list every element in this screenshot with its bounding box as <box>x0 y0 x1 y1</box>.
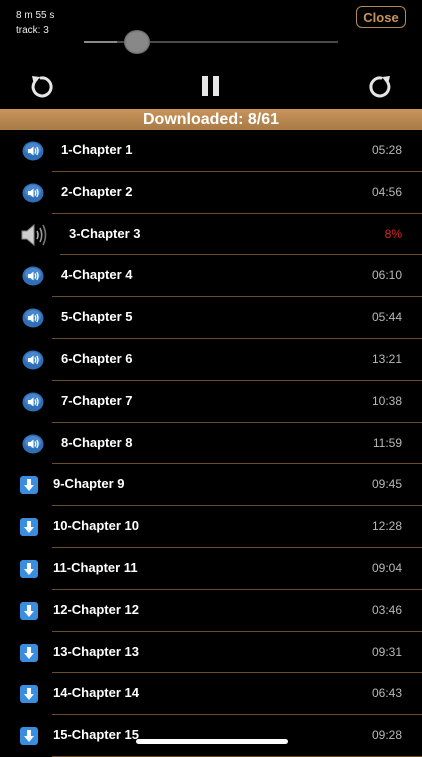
track-row[interactable]: 12-Chapter 12 03:46 <box>0 590 422 632</box>
pause-icon <box>199 74 223 98</box>
download-arrow-icon[interactable] <box>20 643 42 666</box>
pause-button[interactable] <box>195 70 227 102</box>
download-arrow-icon[interactable] <box>20 559 42 582</box>
track-row[interactable]: 8-Chapter 8 11:59 <box>0 423 422 465</box>
download-arrow-icon[interactable] <box>20 476 42 498</box>
track-title: 13-Chapter 13 <box>53 643 139 659</box>
track-row[interactable]: 9-Chapter 9 09:45 <box>0 464 422 507</box>
track-duration: 12:28 <box>371 519 402 534</box>
download-progress: 8% <box>384 226 402 241</box>
track-title: 15-Chapter 15 <box>53 727 139 743</box>
speaker-badge-icon <box>22 391 44 413</box>
track-title: 2-Chapter 2 <box>61 183 133 199</box>
track-title: 4-Chapter 4 <box>61 267 133 283</box>
speaker-badge-icon <box>22 265 44 287</box>
track-duration: 09:04 <box>371 560 402 575</box>
track-duration: 09:31 <box>371 644 402 659</box>
track-duration: 13:21 <box>371 351 402 366</box>
track-title: 5-Chapter 5 <box>61 309 133 325</box>
track-row[interactable]: 14-Chapter 14 06:43 <box>0 673 422 716</box>
track-title: 1-Chapter 1 <box>61 142 133 157</box>
download-arrow-icon[interactable] <box>20 518 42 540</box>
track-title: 3-Chapter 3 <box>69 225 141 241</box>
track-title: 9-Chapter 9 <box>53 476 125 492</box>
progress-slider-thumb[interactable] <box>124 30 151 54</box>
track-title: 7-Chapter 7 <box>61 392 133 408</box>
speaker-badge-icon <box>22 140 44 162</box>
forward-button[interactable] <box>365 70 397 102</box>
progress-slider[interactable] <box>84 41 338 43</box>
track-duration: 05:44 <box>371 310 402 325</box>
track-duration: 10:38 <box>371 393 402 408</box>
track-duration: 06:10 <box>371 268 402 283</box>
track-row[interactable]: 11-Chapter 11 09:04 <box>0 548 422 590</box>
progress-fill <box>84 41 118 43</box>
rewind-icon <box>27 72 55 100</box>
rewind-button[interactable] <box>25 70 57 102</box>
track-title: 14-Chapter 14 <box>53 685 139 701</box>
track-row[interactable]: 6-Chapter 6 13:21 <box>0 339 422 381</box>
track-duration: 03:46 <box>371 602 402 617</box>
track-row[interactable]: 15-Chapter 15 09:28 <box>0 715 422 757</box>
track-title: 8-Chapter 8 <box>61 434 133 450</box>
track-duration: 05:28 <box>371 143 402 157</box>
track-duration: 06:43 <box>371 686 402 701</box>
track-list[interactable]: 1-Chapter 1 05:28 2-Chapter 2 04:56 3-Chapte… <box>0 130 422 757</box>
track-row[interactable]: 1-Chapter 1 05:28 <box>0 130 422 172</box>
speaker-sound-icon <box>20 222 47 246</box>
elapsed-info: 8 m 55 s track: 3 <box>16 8 54 38</box>
track-row[interactable]: 2-Chapter 2 04:56 <box>0 172 422 214</box>
track-row[interactable]: 10-Chapter 10 12:28 <box>0 506 422 548</box>
forward-icon <box>367 72 395 100</box>
track-number: track: 3 <box>16 25 49 36</box>
track-duration: 09:28 <box>371 728 402 743</box>
download-arrow-icon[interactable] <box>20 685 42 707</box>
download-arrow-icon[interactable] <box>20 727 42 749</box>
home-indicator[interactable] <box>136 739 288 744</box>
track-duration: 09:45 <box>371 477 402 492</box>
track-title: 10-Chapter 10 <box>53 518 139 534</box>
downloaded-banner: Downloaded: 8/61 <box>0 109 422 130</box>
track-row[interactable]: 7-Chapter 7 10:38 <box>0 381 422 423</box>
track-title: 11-Chapter 11 <box>53 559 138 575</box>
track-row[interactable]: 3-Chapter 3 8% <box>0 214 422 256</box>
track-row[interactable]: 4-Chapter 4 06:10 <box>0 255 422 298</box>
elapsed-time: 8 m 55 s <box>16 10 55 21</box>
download-arrow-icon[interactable] <box>20 601 42 624</box>
speaker-badge-icon <box>22 349 44 371</box>
track-row[interactable]: 5-Chapter 5 05:44 <box>0 297 422 339</box>
track-row[interactable]: 13-Chapter 13 09:31 <box>0 632 422 674</box>
speaker-badge-icon <box>22 307 44 329</box>
track-title: 6-Chapter 6 <box>61 350 133 366</box>
track-duration: 11:59 <box>372 435 402 450</box>
speaker-badge-icon <box>22 182 44 204</box>
close-button[interactable]: Close <box>356 6 406 28</box>
track-title: 12-Chapter 12 <box>53 601 139 617</box>
track-duration: 04:56 <box>371 184 402 199</box>
speaker-badge-icon <box>22 433 44 455</box>
